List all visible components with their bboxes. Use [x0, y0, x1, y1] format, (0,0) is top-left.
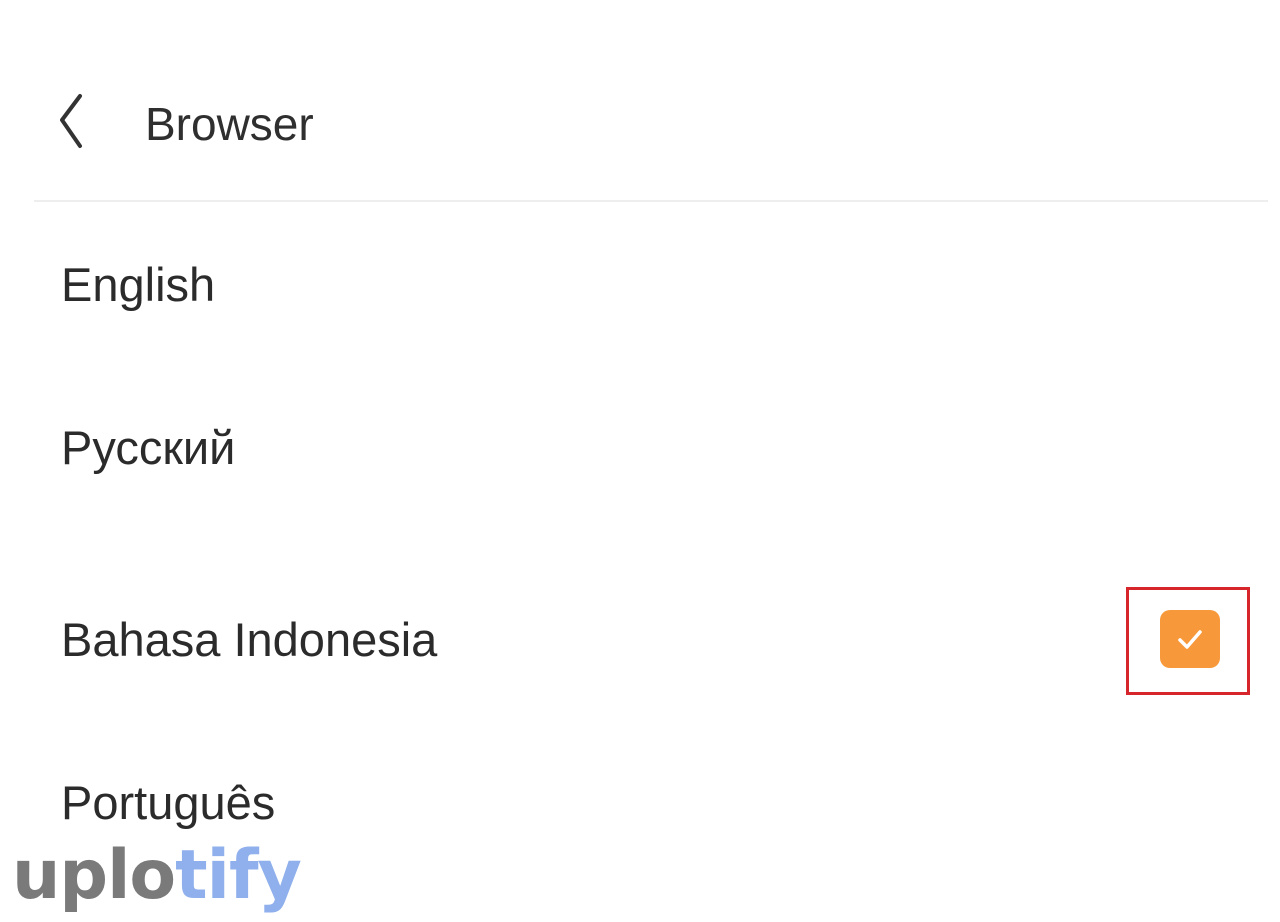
annotation-highlight-box: [1126, 587, 1250, 695]
top-bar: Browser: [0, 0, 1280, 200]
language-label: Português: [61, 776, 276, 829]
chevron-left-icon: [60, 94, 82, 148]
language-label: Bahasa Indonesia: [61, 613, 438, 666]
language-option-bahasa-indonesia[interactable]: Bahasa Indonesia: [0, 580, 1280, 700]
watermark-part-2: tify: [175, 836, 302, 915]
watermark-part-1: uplo: [12, 836, 176, 915]
language-option-english[interactable]: English: [0, 225, 1280, 345]
language-label: Русский: [61, 421, 236, 474]
language-label: English: [61, 258, 216, 311]
header-divider: [34, 200, 1268, 202]
language-option-russian[interactable]: Русский: [0, 390, 1280, 510]
back-button[interactable]: [50, 88, 94, 158]
watermark-logo: uplotify: [12, 836, 302, 916]
page-title: Browser: [145, 98, 314, 150]
